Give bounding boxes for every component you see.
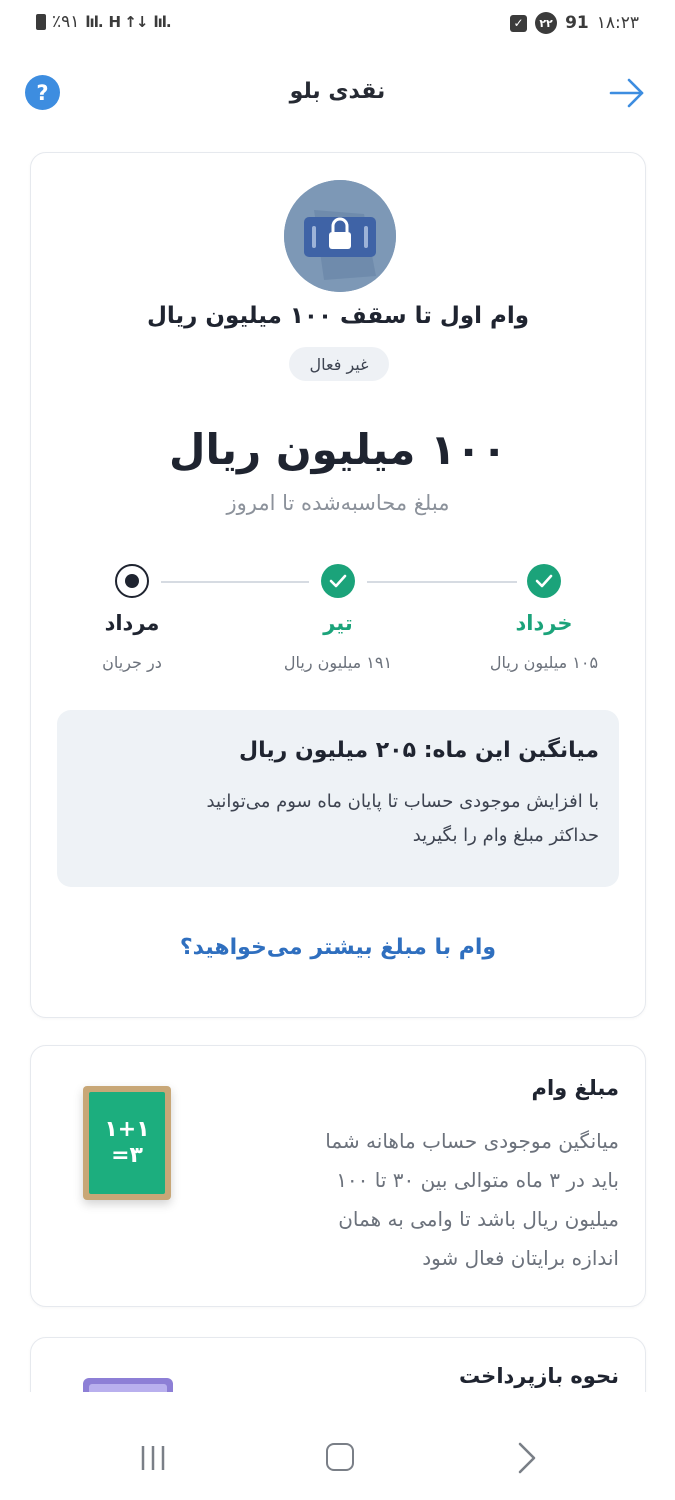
step-2-label: تیر — [323, 611, 353, 635]
step-connector — [367, 581, 517, 583]
repayment-title: نحوه بازپرداخت — [458, 1364, 619, 1388]
app-header: ? نقدی بلو — [0, 66, 675, 120]
description-line: میانگین موجودی حساب ماهانه شما — [325, 1129, 619, 1153]
status-left: ٪۹۱ lıl. H ↑↓ lıl. — [36, 12, 172, 32]
loan-amount-description: میانگین موجودی حساب ماهانه شما باید در ۳… — [219, 1122, 619, 1278]
card-lock-icon — [284, 180, 396, 292]
step-3-label: مرداد — [104, 611, 160, 635]
step-1-value: ۱۰۵ میلیون ریال — [489, 653, 599, 672]
data-indicator-icon: H ↑↓ — [108, 13, 149, 31]
back-arrow-icon[interactable] — [609, 76, 645, 110]
description-line: اندازه برایتان فعال شود — [422, 1246, 619, 1270]
clock: ۱۸:۲۳ — [596, 13, 639, 33]
status-right: ✓ ۲۲ 91 ۱۸:۲۳ — [510, 12, 639, 34]
battery-level: ٪۹۱ — [52, 12, 80, 32]
notification-badge: ۲۲ — [535, 12, 558, 34]
loan-amount-title: مبلغ وام — [531, 1076, 619, 1100]
step-2-check-icon — [321, 564, 355, 598]
higher-loan-link[interactable]: وام با مبلغ بیشتر می‌خواهید؟ — [31, 935, 645, 960]
board-line: ۱+۱ — [104, 1117, 150, 1142]
loan-amount: ۱۰۰ میلیون ریال — [169, 425, 507, 474]
loan-title: وام اول تا سقف ۱۰۰ میلیون ریال — [146, 303, 530, 329]
step-1-label: خرداد — [515, 611, 573, 635]
battery-icon — [36, 14, 46, 30]
board-line: =۳ — [111, 1143, 143, 1168]
average-info-box: میانگین این ماه: ۲۰۵ میلیون ریال با افزا… — [57, 710, 619, 887]
step-1-check-icon — [527, 564, 561, 598]
loan-amount-card: مبلغ وام میانگین موجودی حساب ماهانه شما … — [30, 1045, 646, 1307]
step-connector — [161, 581, 309, 583]
step-2-value: ۱۹۱ میلیون ریال — [283, 653, 393, 672]
description-line: میلیون ریال باشد تا وامی به همان — [338, 1207, 619, 1231]
average-description-line: با افزایش موجودی حساب تا پایان ماه سوم م… — [206, 791, 599, 812]
step-3-value: در جریان — [102, 653, 162, 672]
status-badge: غیر فعال — [289, 347, 389, 381]
network-badge: 91 — [565, 13, 589, 33]
signal-icon: lıl. — [85, 13, 103, 31]
checkbox-notification-icon: ✓ — [510, 14, 528, 32]
loan-card: وام اول تا سقف ۱۰۰ میلیون ریال غیر فعال … — [30, 152, 646, 1018]
system-nav-bar — [0, 1392, 675, 1500]
step-3-current-icon — [115, 564, 149, 598]
average-title: میانگین این ماه: ۲۰۵ میلیون ریال — [239, 738, 599, 763]
signal-icon-2: lıl. — [153, 13, 171, 31]
page-title: نقدی بلو — [289, 79, 386, 104]
description-line: باید در ۳ ماه متوالی بین ۳۰ تا ۱۰۰ — [336, 1168, 619, 1192]
back-chevron-icon[interactable] — [516, 1442, 538, 1474]
home-icon[interactable] — [326, 1443, 354, 1471]
recent-apps-icon[interactable] — [139, 1444, 167, 1472]
loan-lock-illustration — [284, 180, 396, 292]
average-description: با افزایش موجودی حساب تا پایان ماه سوم م… — [77, 785, 599, 853]
chalkboard-illustration: ۱+۱ =۳ — [83, 1086, 171, 1200]
average-description-line: حداکثر مبلغ وام را بگیرید — [412, 825, 599, 846]
status-bar: ٪۹۱ lıl. H ↑↓ lıl. ✓ ۲۲ 91 ۱۸:۲۳ — [0, 0, 675, 50]
amount-caption: مبلغ محاسبه‌شده تا امروز — [226, 491, 450, 515]
